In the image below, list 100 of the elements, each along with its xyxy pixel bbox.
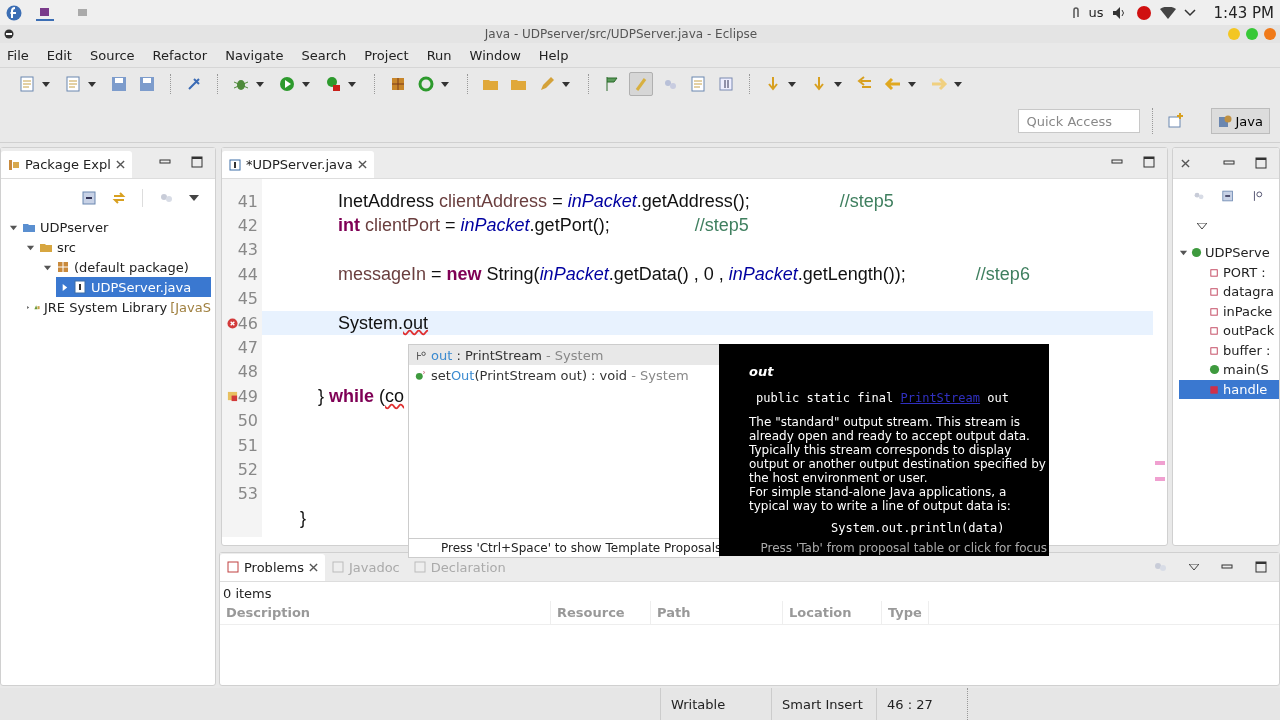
javadoc-signature: public static final PrintStream out: [756, 391, 1010, 405]
tree-item[interactable]: JRE System Library [JavaS: [22, 297, 211, 317]
dropdown-arrow-icon[interactable]: [42, 81, 50, 87]
dropdown-arrow-icon[interactable]: [256, 81, 264, 87]
menu-item[interactable]: Search: [301, 47, 347, 63]
editor-tab[interactable]: *UDPServer.java: [222, 151, 374, 178]
tree-item[interactable]: src: [22, 237, 211, 257]
package-icon: [8, 158, 20, 171]
code-line: } while (co: [317, 385, 405, 407]
tree-item[interactable]: (default package): [39, 257, 211, 277]
outline-label: inPacke: [1223, 303, 1273, 319]
menu-item[interactable]: File: [7, 47, 29, 63]
close-icon[interactable]: [1181, 158, 1190, 168]
maximize-icon[interactable]: [1143, 156, 1155, 168]
warning-marker-icon[interactable]: [226, 390, 238, 402]
status-insert-mode: Smart Insert: [771, 688, 876, 720]
menu-item[interactable]: Source: [89, 47, 135, 63]
paperclip-icon[interactable]: [1070, 5, 1081, 20]
tree-label: src: [57, 239, 76, 255]
view-menu-icon[interactable]: [189, 195, 199, 201]
status-position: 46 : 27: [876, 688, 968, 720]
close-icon[interactable]: [357, 160, 367, 169]
dropdown-arrow-icon[interactable]: [302, 81, 310, 87]
code-line: InetAddress clientAddress = inPacket.getAddress(); //step5: [337, 190, 894, 212]
view-menu-icon[interactable]: [1197, 223, 1207, 229]
outline-label: UDPServe: [1205, 245, 1270, 261]
tree-item[interactable]: UDPserver: [5, 217, 211, 237]
maximize-icon[interactable]: [191, 156, 203, 168]
class-icon: [1191, 247, 1202, 259]
completion-item[interactable]: out : PrintStream - System: [409, 345, 719, 365]
outline-item[interactable]: buffer :: [1179, 340, 1279, 360]
sort-icon[interactable]: [1251, 189, 1263, 203]
menu-item[interactable]: Project: [364, 47, 409, 63]
view-tab[interactable]: Package Expl: [1, 151, 132, 178]
outline-item[interactable]: UDPServe: [1179, 243, 1279, 263]
outline-item[interactable]: handle: [1179, 379, 1279, 399]
tree-item[interactable]: UDPServer.java: [56, 277, 211, 297]
outline-label: buffer :: [1223, 342, 1271, 358]
maximize-icon[interactable]: [1255, 157, 1267, 169]
window-menu-icon[interactable]: [4, 29, 14, 39]
line-number: 53: [237, 484, 258, 504]
dropdown-arrow-icon[interactable]: [88, 81, 96, 87]
collapse-all-icon[interactable]: [1222, 189, 1234, 203]
completion-item[interactable]: setOut(PrintStream out) : void - System: [409, 365, 719, 385]
menu-item[interactable]: Run: [426, 47, 452, 63]
error-marker-icon[interactable]: [226, 317, 238, 329]
os-logo-icon[interactable]: [6, 4, 22, 21]
tree-label: JRE System Library: [43, 299, 168, 315]
dropdown-arrow-icon[interactable]: [788, 81, 796, 87]
window-title: Java - UDPserver/src/UDPServer.java - Eclipse: [483, 27, 759, 41]
dropdown-arrow-icon[interactable]: [441, 81, 449, 87]
dropdown-arrow-icon[interactable]: [954, 81, 962, 87]
completion-hint: Press 'Ctrl+Space' to show Template Proposals: [409, 538, 719, 557]
line-number: 51: [237, 435, 258, 455]
java-perspective-button[interactable]: Java: [1210, 108, 1270, 134]
code-line: }: [299, 507, 306, 529]
tree-label: (default package): [74, 259, 189, 275]
menu-item[interactable]: Help: [538, 47, 569, 63]
line-number: 45: [237, 289, 258, 309]
outline-item[interactable]: outPack: [1179, 321, 1279, 341]
public-method-icon: [1209, 364, 1220, 376]
expanded-arrow-icon[interactable]: [1179, 248, 1188, 258]
outline-item[interactable]: PORT :: [1179, 262, 1279, 282]
java-file-icon: [229, 158, 241, 171]
tab-icon: [413, 561, 426, 573]
collapse-all-icon[interactable]: [82, 191, 96, 205]
field-icon: [1209, 286, 1220, 298]
javadoc-title: out: [749, 364, 775, 379]
dropdown-icon[interactable]: [1183, 8, 1196, 17]
line-number: 46: [237, 313, 258, 333]
tab-icon: [227, 561, 239, 573]
outline-label: datagra: [1223, 284, 1274, 300]
outline-item[interactable]: inPacke: [1179, 301, 1279, 321]
javadoc-code: System.out.println(data): [831, 521, 1006, 535]
dropdown-arrow-icon[interactable]: [834, 81, 842, 87]
quick-access-field[interactable]: Quick Access: [1017, 109, 1140, 133]
tab-icon: [331, 561, 344, 573]
keyboard-layout[interactable]: us: [1088, 5, 1104, 20]
java-file-icon: [73, 280, 87, 294]
maximize-icon[interactable]: [1255, 561, 1267, 573]
outline-item[interactable]: datagra: [1179, 282, 1279, 302]
close-icon[interactable]: [308, 562, 318, 572]
dropdown-arrow-icon[interactable]: [348, 81, 356, 87]
menu-item[interactable]: Window: [469, 47, 521, 63]
line-number: 43: [237, 240, 258, 260]
menu-item[interactable]: Edit: [46, 47, 72, 63]
record-icon[interactable]: [1135, 4, 1152, 21]
menu-item[interactable]: Refactor: [152, 47, 208, 63]
collapsed-arrow-icon[interactable]: [60, 282, 69, 292]
close-icon[interactable]: [115, 160, 125, 169]
code-line: int clientPort = inPacket.getPort(); //step5: [337, 215, 749, 237]
constant-icon: [1209, 266, 1220, 278]
view-tab[interactable]: Problems: [220, 553, 325, 581]
menu-item[interactable]: Navigate: [225, 47, 284, 63]
dropdown-arrow-icon[interactable]: [908, 81, 916, 87]
problems-count: 0 items: [222, 585, 273, 601]
wifi-icon[interactable]: [1159, 6, 1176, 19]
outline-item[interactable]: main(S: [1179, 360, 1279, 380]
dropdown-arrow-icon[interactable]: [562, 81, 570, 87]
view-menu-icon[interactable]: [1189, 564, 1199, 570]
